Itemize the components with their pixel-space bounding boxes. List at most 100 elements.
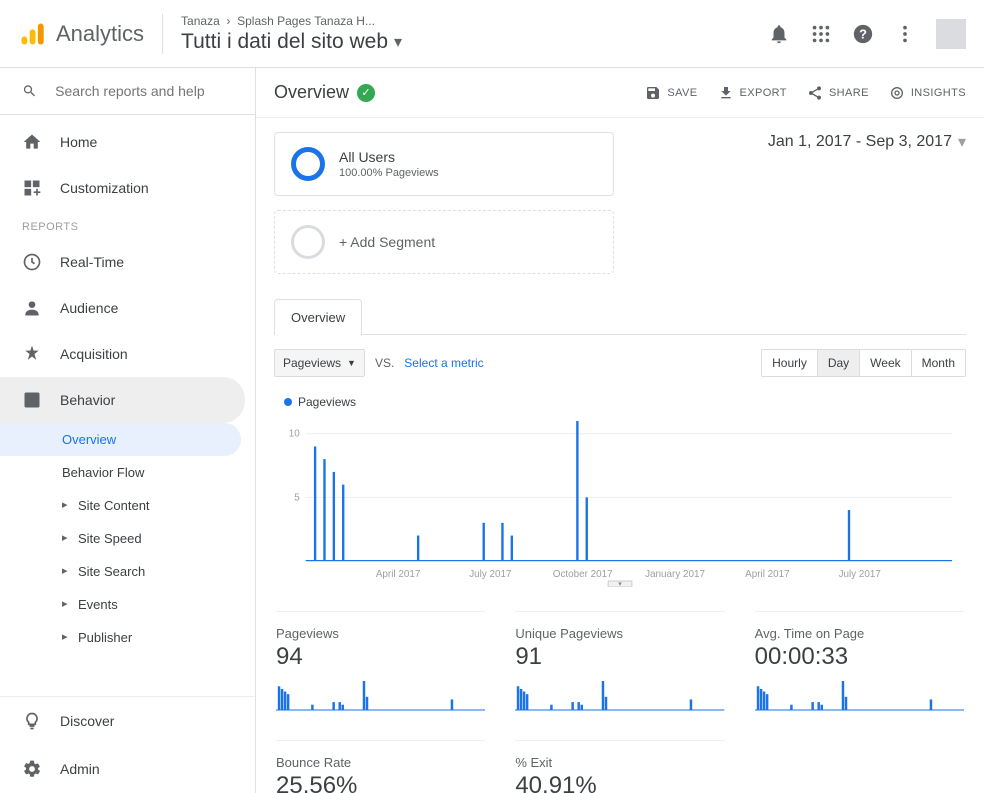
segment-stat: 100.00% Pageviews bbox=[339, 167, 439, 179]
share-icon bbox=[807, 85, 823, 101]
overflow-menu-icon[interactable] bbox=[894, 23, 916, 45]
report-title: Overview bbox=[274, 82, 349, 103]
primary-metric-selector[interactable]: Pageviews▼ bbox=[274, 349, 365, 377]
nav-admin[interactable]: Admin bbox=[0, 745, 245, 793]
nav-realtime[interactable]: Real-Time bbox=[0, 239, 245, 285]
svg-text:10: 10 bbox=[289, 429, 300, 440]
vs-label: VS. bbox=[375, 356, 394, 370]
gran-month[interactable]: Month bbox=[911, 350, 965, 376]
nav-acquisition[interactable]: Acquisition bbox=[0, 331, 245, 377]
sidebar: Home Customization REPORTS Real-Time Aud… bbox=[0, 68, 256, 793]
save-icon bbox=[645, 85, 661, 101]
breadcrumb-container[interactable]: Tanaza › Splash Pages Tanaza H... Tutti … bbox=[181, 14, 402, 54]
nav-home[interactable]: Home bbox=[0, 119, 245, 165]
verified-badge-icon: ✓ bbox=[357, 84, 375, 102]
export-button[interactable]: EXPORT bbox=[718, 85, 787, 101]
metric-value: 00:00:33 bbox=[755, 643, 964, 671]
app-header: Analytics Tanaza › Splash Pages Tanaza H… bbox=[0, 0, 984, 68]
report-toolbar: Overview ✓ SAVE EXPORT SHARE INSIGHTS bbox=[256, 68, 984, 118]
nav-site-search[interactable]: Site Search bbox=[0, 555, 241, 588]
product-brand[interactable]: Analytics bbox=[18, 20, 144, 48]
save-button[interactable]: SAVE bbox=[645, 85, 697, 101]
metric-value: 91 bbox=[515, 643, 724, 671]
date-range-picker[interactable]: Jan 1, 2017 - Sep 3, 2017▾ bbox=[768, 132, 966, 152]
export-icon bbox=[718, 85, 734, 101]
nav-site-speed[interactable]: Site Speed bbox=[0, 522, 241, 555]
report-tabs: Overview bbox=[274, 298, 966, 335]
metric-card[interactable]: Bounce Rate 25.56% bbox=[276, 740, 485, 793]
tab-overview[interactable]: Overview bbox=[274, 299, 362, 335]
metric-label: Bounce Rate bbox=[276, 755, 485, 770]
nav-events[interactable]: Events bbox=[0, 588, 241, 621]
dashboard-icon bbox=[22, 178, 42, 198]
segment-placeholder-icon bbox=[291, 225, 325, 259]
svg-text:January 2017: January 2017 bbox=[645, 569, 705, 580]
acquisition-icon bbox=[22, 344, 42, 364]
svg-text:April 2017: April 2017 bbox=[745, 569, 790, 580]
main-chart[interactable]: 510April 2017July 2017October 2017Januar… bbox=[284, 417, 956, 587]
search-input[interactable] bbox=[55, 83, 233, 99]
svg-text:July 2017: July 2017 bbox=[469, 569, 512, 580]
sparkline bbox=[276, 679, 485, 711]
apps-icon[interactable] bbox=[810, 23, 832, 45]
share-button[interactable]: SHARE bbox=[807, 85, 869, 101]
segment-circle-icon bbox=[291, 147, 325, 181]
dropdown-caret-icon[interactable]: ▾ bbox=[394, 32, 402, 52]
nav-audience[interactable]: Audience bbox=[0, 285, 245, 331]
nav-discover[interactable]: Discover bbox=[0, 697, 245, 745]
insights-icon bbox=[889, 85, 905, 101]
nav-publisher[interactable]: Publisher bbox=[0, 621, 241, 654]
clock-icon bbox=[22, 252, 42, 272]
breadcrumb[interactable]: Tanaza › Splash Pages Tanaza H... bbox=[181, 14, 402, 28]
nav-customization[interactable]: Customization bbox=[0, 165, 245, 211]
nav-site-content[interactable]: Site Content bbox=[0, 489, 241, 522]
metric-label: % Exit bbox=[515, 755, 724, 770]
nav-behavior-flow[interactable]: Behavior Flow bbox=[0, 456, 241, 489]
product-name: Analytics bbox=[56, 21, 144, 47]
svg-text:April 2017: April 2017 bbox=[376, 569, 421, 580]
secondary-metric-link[interactable]: Select a metric bbox=[404, 356, 483, 370]
nav-behavior-overview[interactable]: Overview bbox=[0, 423, 241, 456]
metric-card[interactable]: Unique Pageviews 91 bbox=[515, 611, 724, 716]
segment-all-users[interactable]: All Users 100.00% Pageviews bbox=[274, 132, 614, 196]
gran-hourly[interactable]: Hourly bbox=[762, 350, 817, 376]
search-icon bbox=[22, 82, 37, 100]
metric-value: 25.56% bbox=[276, 772, 485, 793]
segment-name: All Users bbox=[339, 149, 439, 165]
home-icon bbox=[22, 132, 42, 152]
svg-text:July 2017: July 2017 bbox=[839, 569, 882, 580]
analytics-logo-icon bbox=[18, 20, 46, 48]
bulb-icon bbox=[22, 711, 42, 731]
chart-legend: Pageviews bbox=[274, 391, 966, 413]
metric-label: Avg. Time on Page bbox=[755, 626, 964, 641]
metric-card[interactable]: Pageviews 94 bbox=[276, 611, 485, 716]
account-avatar[interactable] bbox=[936, 19, 966, 49]
breadcrumb-property[interactable]: Splash Pages Tanaza H... bbox=[237, 14, 375, 28]
metric-card[interactable]: % Exit 40.91% bbox=[515, 740, 724, 793]
svg-text:?: ? bbox=[859, 26, 867, 41]
main-content: Overview ✓ SAVE EXPORT SHARE INSIGHTS Al… bbox=[256, 68, 984, 793]
metric-label: Unique Pageviews bbox=[515, 626, 724, 641]
metric-value: 40.91% bbox=[515, 772, 724, 793]
notifications-icon[interactable] bbox=[768, 23, 790, 45]
add-segment-button[interactable]: + Add Segment bbox=[274, 210, 614, 274]
nav-behavior[interactable]: Behavior bbox=[0, 377, 245, 423]
behavior-icon bbox=[22, 390, 42, 410]
svg-text:October 2017: October 2017 bbox=[553, 569, 613, 580]
sparkline bbox=[515, 679, 724, 711]
legend-dot-icon bbox=[284, 398, 292, 406]
gran-week[interactable]: Week bbox=[859, 350, 910, 376]
svg-text:▾: ▾ bbox=[618, 581, 622, 587]
section-reports-label: REPORTS bbox=[0, 211, 255, 239]
time-granularity: Hourly Day Week Month bbox=[761, 349, 966, 377]
person-icon bbox=[22, 298, 42, 318]
insights-button[interactable]: INSIGHTS bbox=[889, 85, 966, 101]
metric-card[interactable]: Avg. Time on Page 00:00:33 bbox=[755, 611, 964, 716]
metric-value: 94 bbox=[276, 643, 485, 671]
help-icon[interactable]: ? bbox=[852, 23, 874, 45]
search-reports[interactable] bbox=[0, 68, 255, 115]
gran-day[interactable]: Day bbox=[817, 350, 859, 376]
view-title: Tutti i dati del sito web bbox=[181, 30, 388, 54]
sparkline bbox=[755, 679, 964, 711]
breadcrumb-account[interactable]: Tanaza bbox=[181, 14, 220, 28]
